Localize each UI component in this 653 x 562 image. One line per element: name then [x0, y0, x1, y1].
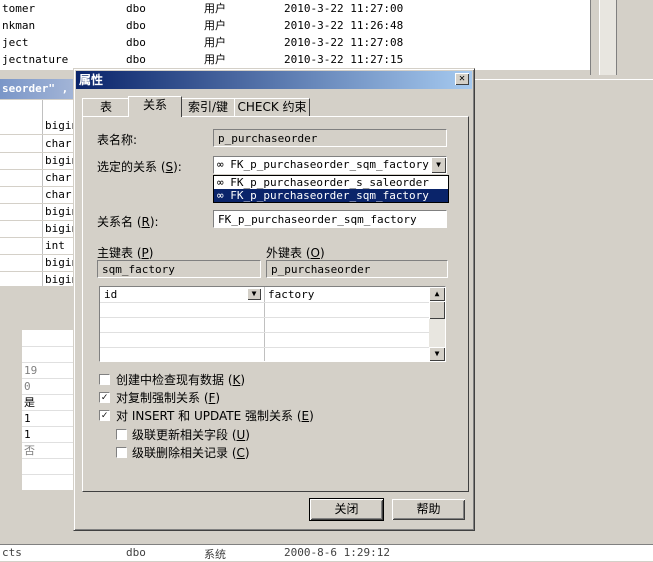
option-checkbox-cascade-delete[interactable] [116, 447, 127, 458]
background-panel [470, 100, 653, 540]
grid-type-cell[interactable]: int [45, 237, 65, 254]
close-button[interactable]: 关闭 [309, 498, 384, 521]
property-value: 是 [24, 396, 35, 409]
grid-scrollbar[interactable]: ▲ ▼ [429, 287, 445, 361]
key-mapping-grid: id ▼ factory ▲ ▼ [99, 286, 446, 362]
dropdown-option[interactable]: ∞ FK_p_purchaseorder_s_saleorder [214, 176, 448, 189]
column-grid: bigin char bigin char char bigin bigin i… [0, 100, 80, 289]
option-label-cascade-update: 级联更新相关字段 (U) [132, 428, 250, 442]
fk-table-field: p_purchaseorder [266, 260, 448, 278]
property-value: 1 [24, 412, 31, 425]
relation-name-label: 关系名 (R): [97, 215, 159, 229]
pk-table-label: 主键表 (P) [97, 246, 154, 260]
designer-caption: seorder" , [0, 79, 82, 99]
relation-name-input[interactable]: FK_p_purchaseorder_sqm_factory [213, 210, 447, 228]
option-checkbox-replication[interactable]: ✓ [99, 392, 110, 403]
selected-relation-label: 选定的关系 (S): [97, 160, 182, 174]
relation-icon: ∞ [217, 158, 231, 171]
chevron-down-icon[interactable]: ▼ [431, 157, 446, 173]
list-item-created: 2010-3-22 11:27:00 [284, 2, 404, 15]
list-item-name: nkman [2, 19, 36, 32]
tab-indexes-keys[interactable]: 索引/键 [180, 98, 236, 116]
list-item-created: 2010-3-22 11:27:08 [284, 36, 404, 49]
list-item-type: 用户 [204, 2, 226, 15]
help-button[interactable]: 帮助 [392, 499, 465, 520]
list-item-name: cts [2, 546, 22, 559]
list-item-owner: dbo [126, 2, 146, 15]
fk-table-label: 外键表 (O) [266, 246, 325, 260]
table-name-field: p_purchaseorder [213, 129, 447, 147]
tab-strip: 表 关系 索引/键 CHECK 约束 [82, 96, 472, 117]
list-item-owner: dbo [126, 19, 146, 32]
tab-check-constraints[interactable]: CHECK 约束 [234, 98, 310, 116]
grid-type-cell[interactable]: char [45, 186, 72, 203]
option-checkbox-check-existing[interactable] [99, 374, 110, 385]
properties-dialog: 属性 ✕ 表 关系 索引/键 CHECK 约束 表名称: p_purchaseo… [73, 68, 475, 531]
property-value: 1 [24, 428, 31, 441]
list-item-type: 用户 [204, 53, 226, 66]
dialog-titlebar[interactable]: 属性 ✕ [76, 71, 472, 89]
list-item-owner: dbo [126, 53, 146, 66]
scroll-thumb[interactable] [429, 301, 445, 319]
property-value: 否 [24, 444, 35, 457]
dialog-title: 属性 [79, 73, 104, 87]
table-row[interactable] [100, 317, 430, 333]
property-value: 19 [24, 364, 38, 377]
tab-relationships[interactable]: 关系 [128, 96, 182, 117]
scroll-up-icon[interactable]: ▲ [429, 287, 445, 301]
fk-column-cell[interactable]: factory [268, 287, 314, 302]
list-item[interactable]: jectnature dbo 用户 2010-3-22 11:27:15 [0, 51, 590, 68]
list-item-owner: dbo [126, 546, 146, 559]
list-item-name: jectnature [2, 53, 69, 66]
list-item-created: 2010-3-22 11:27:15 [284, 53, 404, 66]
option-label-replication: 对复制强制关系 (F) [116, 391, 221, 405]
list-item-name: ject [2, 36, 29, 49]
check-icon: ✓ [101, 410, 108, 421]
option-label-check-existing: 创建中检查现有数据 (K) [116, 373, 246, 387]
property-value: 0 [24, 380, 31, 393]
list-item-created: 2000-8-6 1:29:12 [284, 546, 390, 559]
check-icon: ✓ [101, 392, 108, 403]
table-row[interactable] [100, 332, 430, 348]
tab-table[interactable]: 表 [82, 98, 130, 116]
pk-column-cell[interactable]: id [104, 287, 117, 302]
relation-icon: ∞ [217, 189, 231, 202]
close-icon[interactable]: ✕ [455, 73, 469, 85]
option-label-cascade-delete: 级联删除相关记录 (C) [132, 446, 250, 460]
list-item-created: 2010-3-22 11:26:48 [284, 19, 404, 32]
list-item-type: 用户 [204, 36, 226, 49]
relation-dropdown-list: ∞ FK_p_purchaseorder_s_saleorder ∞ FK_p_… [213, 175, 449, 203]
pk-table-field: sqm_factory [97, 260, 261, 278]
option-checkbox-cascade-update[interactable] [116, 429, 127, 440]
list-item-owner: dbo [126, 36, 146, 49]
list-item-type: 用户 [204, 19, 226, 32]
list-item[interactable]: nkman dbo 用户 2010-3-22 11:26:48 [0, 17, 590, 34]
designer-caption-right [470, 79, 653, 100]
table-row[interactable]: id ▼ factory [100, 287, 430, 303]
option-label-insert-update: 对 INSERT 和 UPDATE 强制关系 (E) [116, 409, 314, 423]
list-item[interactable]: cts dbo 系统 2000-8-6 1:29:12 [0, 544, 653, 561]
table-row[interactable] [100, 302, 430, 318]
list-item[interactable]: ject dbo 用户 2010-3-22 11:27:08 [0, 34, 590, 51]
grid-type-cell[interactable]: char [45, 169, 72, 186]
relation-icon: ∞ [217, 176, 231, 189]
table-name-label: 表名称: [97, 133, 138, 147]
background-scrollbar[interactable] [590, 0, 653, 75]
chevron-down-icon[interactable]: ▼ [247, 288, 261, 300]
option-checkbox-insert-update[interactable]: ✓ [99, 410, 110, 421]
dropdown-option-selected[interactable]: ∞ FK_p_purchaseorder_sqm_factory [214, 189, 448, 202]
grid-type-cell[interactable]: char [45, 135, 72, 152]
list-item[interactable]: tomer dbo 用户 2010-3-22 11:27:00 [0, 0, 590, 17]
scroll-down-icon[interactable]: ▼ [429, 347, 445, 361]
selected-relation-combo[interactable]: ∞ FK_p_purchaseorder_sqm_factory ▼ [213, 156, 447, 174]
list-item-name: tomer [2, 2, 36, 15]
object-list: tomer dbo 用户 2010-3-22 11:27:00 nkman db… [0, 0, 590, 70]
selected-relation-value: ∞ FK_p_purchaseorder_sqm_factory [217, 158, 429, 171]
